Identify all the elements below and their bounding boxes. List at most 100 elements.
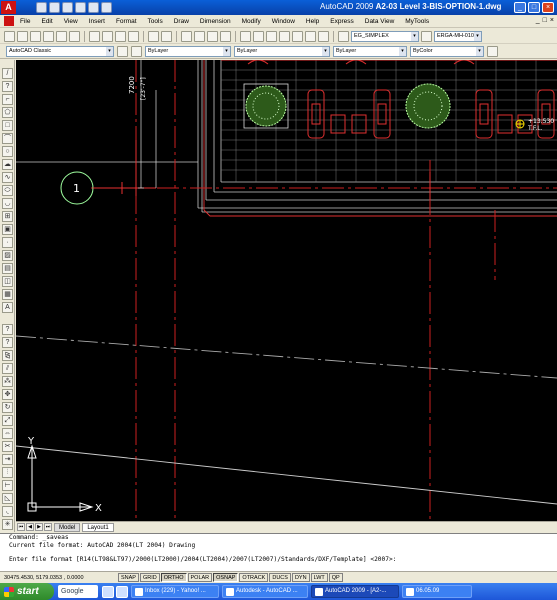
array-icon[interactable]: ⁂ <box>2 376 13 387</box>
open-icon[interactable] <box>17 30 28 42</box>
make-block-icon[interactable]: ▣ <box>2 224 13 235</box>
document-icon[interactable] <box>4 16 14 26</box>
polar-toggle[interactable]: POLAR <box>187 573 213 582</box>
new-file-icon[interactable] <box>36 2 47 13</box>
browser-launch-icon[interactable] <box>102 585 114 598</box>
break-icon[interactable]: ⫶ <box>2 467 13 478</box>
google-search-box[interactable]: Google <box>58 585 98 598</box>
coordinate-readout[interactable]: 30475.4530, 5179.0353 , 0.0000 <box>0 575 118 581</box>
minimize-button[interactable]: _ <box>514 2 526 13</box>
workspace-settings-icon[interactable] <box>117 45 128 57</box>
rectangle-icon[interactable]: □ <box>2 120 13 131</box>
zoom-window-icon[interactable] <box>207 30 218 42</box>
circle-icon[interactable]: ○ <box>2 146 13 157</box>
cut-icon[interactable] <box>89 30 100 42</box>
start-button[interactable]: start <box>0 583 54 600</box>
menu-view[interactable]: View <box>64 18 78 25</box>
mirror-icon[interactable]: ⧎ <box>2 350 13 361</box>
redo-icon[interactable] <box>161 30 172 42</box>
menu-file[interactable]: File <box>20 18 30 25</box>
gradient-icon[interactable]: ▤ <box>2 263 13 274</box>
menu-data-view[interactable]: Data View <box>365 18 395 25</box>
extend-icon[interactable]: ⇥ <box>2 454 13 465</box>
arc-icon[interactable]: ⌒ <box>2 133 13 144</box>
zoom-previous-icon[interactable] <box>220 30 231 42</box>
menu-tools[interactable]: Tools <box>148 18 163 25</box>
new-icon[interactable] <box>4 30 15 42</box>
ducs-toggle[interactable]: DUCS <box>269 573 291 582</box>
menu-edit[interactable]: Edit <box>41 18 52 25</box>
lwt-toggle[interactable]: LWT <box>310 573 328 582</box>
qp-toggle[interactable]: QP <box>328 573 343 582</box>
construction-line-icon[interactable]: ? <box>2 81 13 92</box>
undo-icon[interactable] <box>88 2 99 13</box>
task-yahoo-inbox[interactable]: Inbox (229) - Yahoo! ... <box>131 585 219 598</box>
region-icon[interactable]: ◫ <box>2 276 13 287</box>
task-folder[interactable]: 06.05.09 <box>402 585 472 598</box>
task-autodesk[interactable]: Autodesk - AutoCAD ... <box>222 585 308 598</box>
polygon-icon[interactable]: ⬠ <box>2 107 13 118</box>
maximize-button[interactable]: □ <box>528 2 540 13</box>
move-icon[interactable]: ✥ <box>2 389 13 400</box>
ellipse-arc-icon[interactable]: ◡ <box>2 198 13 209</box>
first-tab-icon[interactable]: ⏮ <box>17 523 25 531</box>
preview-icon[interactable] <box>56 30 67 42</box>
autocad-logo-icon[interactable]: A <box>1 1 16 14</box>
explode-icon[interactable]: ✳ <box>2 519 13 530</box>
layer-dropdown[interactable]: ByLayer ▾ <box>145 45 231 57</box>
offset-icon[interactable]: ⫽ <box>2 363 13 374</box>
copy-object-icon[interactable]: ? <box>2 337 13 348</box>
chamfer-icon[interactable]: ◺ <box>2 493 13 504</box>
menu-mytools[interactable]: MyTools <box>405 18 429 25</box>
text-style-dropdown[interactable]: EG_SIMPLEX ▾ <box>351 30 419 42</box>
menu-insert[interactable]: Insert <box>89 18 105 25</box>
close-button[interactable]: × <box>542 2 554 13</box>
stretch-icon[interactable]: ⇔ <box>2 428 13 439</box>
scale-icon[interactable]: ⤢ <box>2 415 13 426</box>
menu-format[interactable]: Format <box>116 18 137 25</box>
pan-icon[interactable] <box>181 30 192 42</box>
lineweight-dropdown[interactable]: ByLayer ▾ <box>333 45 407 57</box>
fillet-icon[interactable]: ◟ <box>2 506 13 517</box>
join-icon[interactable]: ⊢ <box>2 480 13 491</box>
match-properties-icon[interactable] <box>128 30 139 42</box>
doc-minimize-button[interactable]: _ <box>536 17 540 24</box>
grid-toggle[interactable]: GRID <box>139 573 160 582</box>
copy-icon[interactable] <box>102 30 113 42</box>
erase-icon[interactable]: ? <box>2 324 13 335</box>
polyline-icon[interactable]: ⌐ <box>2 94 13 105</box>
save-icon[interactable] <box>30 30 41 42</box>
task-autocad[interactable]: AutoCAD 2009 - [A2-... <box>311 585 399 598</box>
ellipse-icon[interactable]: ⬭ <box>2 185 13 196</box>
menu-help[interactable]: Help <box>306 18 319 25</box>
ortho-toggle[interactable]: ORTHO <box>160 573 187 582</box>
command-prompt[interactable]: Enter file format [R14(LT98&LT97)/2000(L… <box>9 556 557 564</box>
mtext-icon[interactable]: A <box>2 302 13 313</box>
dim-style-dropdown[interactable]: ERGA-MH-0100 ▾ <box>434 30 482 42</box>
hatch-icon[interactable]: ▨ <box>2 250 13 261</box>
properties-icon[interactable] <box>240 30 251 42</box>
open-file-icon[interactable] <box>49 2 60 13</box>
layer-properties-icon[interactable] <box>131 45 142 57</box>
desktop-launch-icon[interactable] <box>116 585 128 598</box>
redo-icon[interactable] <box>101 2 112 13</box>
zoom-realtime-icon[interactable] <box>194 30 205 42</box>
undo-icon[interactable] <box>148 30 159 42</box>
design-center-icon[interactable] <box>253 30 264 42</box>
doc-restore-button[interactable]: □ <box>543 17 547 24</box>
command-window[interactable]: Command: _saveas Current file format: Au… <box>0 533 557 571</box>
table-icon[interactable]: ▦ <box>2 289 13 300</box>
rotate-icon[interactable]: ↻ <box>2 402 13 413</box>
menu-dimension[interactable]: Dimension <box>200 18 231 25</box>
tool-palettes-icon[interactable] <box>266 30 277 42</box>
last-tab-icon[interactable]: ⏭ <box>44 523 52 531</box>
menu-modify[interactable]: Modify <box>242 18 261 25</box>
markup-icon[interactable] <box>292 30 303 42</box>
menu-express[interactable]: Express <box>330 18 353 25</box>
spline-icon[interactable]: ∿ <box>2 172 13 183</box>
dim-style-icon[interactable] <box>421 30 432 42</box>
paste-icon[interactable] <box>115 30 126 42</box>
print-icon[interactable] <box>75 2 86 13</box>
plot-icon[interactable] <box>43 30 54 42</box>
next-tab-icon[interactable]: ▶ <box>35 523 43 531</box>
